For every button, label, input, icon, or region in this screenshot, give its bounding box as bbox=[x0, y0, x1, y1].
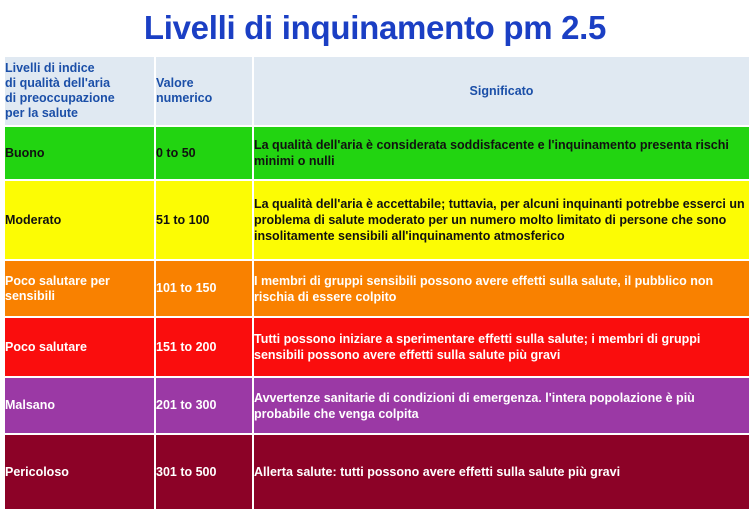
table-row: Pericoloso 301 to 500 Allerta salute: tutt… bbox=[5, 435, 749, 509]
cell-meaning-5: Allerta salute: tutti possono avere effe… bbox=[254, 435, 749, 509]
column-header-level: Livelli di indice di qualità dell'aria d… bbox=[5, 57, 154, 125]
table-header: Livelli di indice di qualità dell'aria d… bbox=[5, 57, 749, 125]
table-row: Buono 0 to 50 La qualità dell'aria è consi… bbox=[5, 127, 749, 179]
column-header-value-line-1: Valore bbox=[156, 76, 194, 90]
table-body: Buono 0 to 50 La qualità dell'aria è consi… bbox=[5, 127, 749, 509]
cell-meaning-4: Avvertenze sanitarie di condizioni di em… bbox=[254, 378, 749, 433]
cell-numeric-value-3: 151 to 200 bbox=[156, 318, 252, 376]
column-header-value-line-2: numerico bbox=[156, 91, 213, 105]
cell-numeric-value-5: 301 to 500 bbox=[156, 435, 252, 509]
column-header-level-line-1: Livelli di indice bbox=[5, 61, 95, 75]
cell-level-3: Poco salutare bbox=[5, 318, 154, 376]
table-row: Poco salutare 151 to 200 Tutti possono ini… bbox=[5, 318, 749, 376]
table-row: Poco salutare per sensibili 101 to 150 I m… bbox=[5, 261, 749, 316]
cell-numeric-value-1: 51 to 100 bbox=[156, 181, 252, 259]
table-header-row: Livelli di indice di qualità dell'aria d… bbox=[5, 57, 749, 125]
column-header-numeric-value: Valore numerico bbox=[156, 57, 252, 125]
cell-numeric-value-4: 201 to 300 bbox=[156, 378, 252, 433]
cell-level-0: Buono bbox=[5, 127, 154, 179]
cell-meaning-3: Tutti possono iniziare a sperimentare ef… bbox=[254, 318, 749, 376]
cell-level-5: Pericoloso bbox=[5, 435, 154, 509]
table-row: Malsano 201 to 300 Avvertenze sanitarie di… bbox=[5, 378, 749, 433]
column-header-level-line-2: di qualità dell'aria bbox=[5, 76, 111, 90]
cell-numeric-value-0: 0 to 50 bbox=[156, 127, 252, 179]
cell-numeric-value-2: 101 to 150 bbox=[156, 261, 252, 316]
pm25-pollution-levels-infographic: Livelli di inquinamento pm 2.5 Livelli d… bbox=[0, 0, 750, 509]
column-header-meaning: Significato bbox=[254, 57, 749, 125]
cell-meaning-2: I membri di gruppi sensibili possono ave… bbox=[254, 261, 749, 316]
cell-meaning-1: La qualità dell'aria è accettabile; tutt… bbox=[254, 181, 749, 259]
page-title: Livelli di inquinamento pm 2.5 bbox=[143, 9, 607, 46]
air-quality-index-table: Livelli di indice di qualità dell'aria d… bbox=[3, 55, 750, 511]
column-header-level-line-3: di preoccupazione bbox=[5, 91, 115, 105]
cell-level-4: Malsano bbox=[5, 378, 154, 433]
table-row: Moderato 51 to 100 La qualità dell'aria è … bbox=[5, 181, 749, 259]
cell-level-2: Poco salutare per sensibili bbox=[5, 261, 154, 316]
column-header-level-line-4: per la salute bbox=[5, 106, 78, 120]
cell-level-1: Moderato bbox=[5, 181, 154, 259]
cell-meaning-0: La qualità dell'aria è considerata soddi… bbox=[254, 127, 749, 179]
